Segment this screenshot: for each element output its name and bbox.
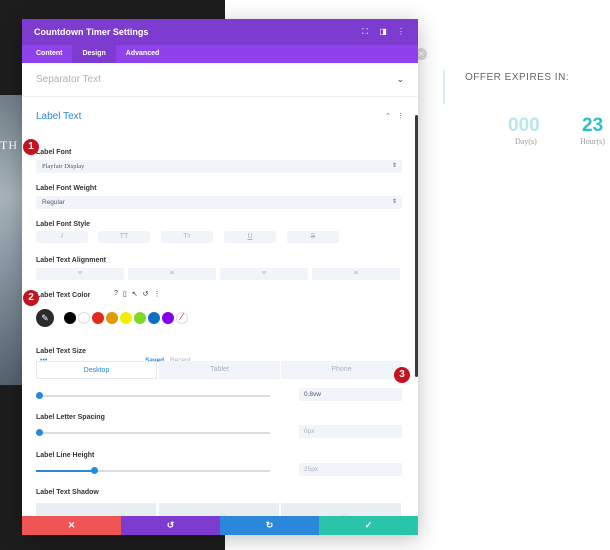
label-text-title: Label Text xyxy=(36,110,82,122)
text-size-slider[interactable] xyxy=(36,392,270,399)
label-text-alignment-label: Label Text Alignment xyxy=(36,257,107,264)
reset-icon[interactable]: ↺ xyxy=(143,290,149,298)
save-button[interactable]: ✓ xyxy=(319,516,418,535)
modal-header: Countdown Timer Settings ⛶ ◨ ⋮ xyxy=(22,19,418,45)
chevron-down-icon: ⌄ xyxy=(396,74,404,84)
device-icon[interactable]: ▯ xyxy=(123,290,127,298)
background-heading-fragment: TH xyxy=(0,138,18,152)
italic-button[interactable]: I xyxy=(36,231,88,243)
label-line-height-label: Label Line Height xyxy=(36,452,95,459)
underline-button[interactable]: U xyxy=(224,231,276,243)
slider-fill xyxy=(36,470,94,472)
expand-icon[interactable]: ⛶ xyxy=(360,27,370,37)
label-text-toggle[interactable]: Label Text ⌃ ⋮ xyxy=(22,99,418,133)
modal-footer: ✕ ↺ ↻ ✓ xyxy=(22,516,418,535)
help-icon[interactable]: ? xyxy=(114,290,118,298)
label-font-weight-value: Regular xyxy=(42,199,65,206)
shadow-preset-2[interactable]: aA xyxy=(281,503,401,516)
label-font-label: Label Font xyxy=(36,149,72,156)
scrollbar[interactable] xyxy=(415,115,418,377)
color-more-icon[interactable]: ⋮ xyxy=(154,290,161,298)
settings-modal: Countdown Timer Settings ⛶ ◨ ⋮ Content D… xyxy=(22,19,418,535)
label-letter-spacing-label: Label Letter Spacing xyxy=(36,414,105,421)
tab-content[interactable]: Content xyxy=(26,45,72,63)
no-color-swatch[interactable]: ⁄ xyxy=(176,312,188,324)
tab-design[interactable]: Design xyxy=(72,45,116,63)
text-size-input[interactable]: 0.8vw xyxy=(299,388,402,401)
separator-text-toggle[interactable]: Separator Text ⌄ xyxy=(22,63,418,97)
label-text-color-label: Label Text Color xyxy=(36,292,91,299)
redo-button[interactable]: ↻ xyxy=(220,516,319,535)
modal-body: Separator Text ⌄ Label Text ⌃ ⋮ Label Fo… xyxy=(22,63,418,516)
line-height-input[interactable]: 25px xyxy=(299,463,402,476)
align-left-button[interactable]: ≡ xyxy=(36,268,124,280)
screen: TH ✕ OFFER EXPIRES IN: 000 Day(s) 23 Hou… xyxy=(0,0,610,550)
modal-tabs: Content Design Advanced xyxy=(22,45,418,63)
countdown-days-value: 000 xyxy=(508,115,540,136)
shadow-none-option[interactable]: ⊘ xyxy=(36,503,156,516)
tab-advanced[interactable]: Advanced xyxy=(116,45,169,63)
annotation-badge-3: 3 xyxy=(394,367,410,383)
color-swatch-yellow[interactable] xyxy=(120,312,132,324)
color-swatch-blue[interactable] xyxy=(148,312,160,324)
select-arrows-icon: ⇕ xyxy=(391,199,397,205)
color-tools: ? ▯ ↖ ↺ ⋮ xyxy=(114,290,161,298)
annotation-badge-2: 2 xyxy=(23,290,39,306)
color-swatch-purple[interactable] xyxy=(162,312,174,324)
chevron-up-icon[interactable]: ⌃ xyxy=(385,112,391,120)
select-arrows-icon: ⇕ xyxy=(391,163,397,169)
countdown-hours-value: 23 xyxy=(582,115,604,136)
countdown-days-label: Day(s) xyxy=(515,137,537,146)
hover-icon[interactable]: ↖ xyxy=(132,290,138,298)
align-right-button[interactable]: ≡ xyxy=(220,268,308,280)
line-height-slider[interactable] xyxy=(36,467,270,474)
separator-text-title: Separator Text xyxy=(36,74,101,85)
slider-handle[interactable] xyxy=(91,467,98,474)
eyedropper-icon[interactable]: ✎ xyxy=(36,309,54,327)
offer-label: OFFER EXPIRES IN: xyxy=(465,72,570,83)
label-font-weight-select[interactable]: Regular ⇕ xyxy=(36,196,402,209)
more-icon[interactable]: ⋮ xyxy=(396,27,406,37)
label-text-size-label: Label Text Size xyxy=(36,348,87,355)
align-justify-button[interactable]: ≡ xyxy=(312,268,400,280)
strikethrough-button[interactable]: S xyxy=(287,231,339,243)
offer-divider xyxy=(443,70,445,104)
shadow-preset-1[interactable]: aA xyxy=(159,503,279,516)
align-center-button[interactable]: ≡ xyxy=(128,268,216,280)
uppercase-button[interactable]: TT xyxy=(98,231,150,243)
capitalize-button[interactable]: Tт xyxy=(161,231,213,243)
tab-phone[interactable]: Phone xyxy=(281,361,402,379)
slider-handle[interactable] xyxy=(36,429,43,436)
sidebar-icon[interactable]: ◨ xyxy=(378,27,388,37)
label-text-shadow-label: Label Text Shadow xyxy=(36,489,99,496)
color-swatch-black[interactable] xyxy=(64,312,76,324)
tab-desktop[interactable]: Desktop xyxy=(36,361,157,379)
letter-spacing-slider[interactable] xyxy=(36,429,270,436)
letter-spacing-input[interactable]: 0px xyxy=(299,425,402,438)
label-font-select[interactable]: Playfair Display ⇕ xyxy=(36,160,402,173)
slider-handle[interactable] xyxy=(36,392,43,399)
label-font-value: Playfair Display xyxy=(42,163,85,170)
color-swatch-green[interactable] xyxy=(134,312,146,324)
color-swatch-orange[interactable] xyxy=(106,312,118,324)
cancel-button[interactable]: ✕ xyxy=(22,516,121,535)
color-swatch-red[interactable] xyxy=(92,312,104,324)
label-font-style-label: Label Font Style xyxy=(36,221,91,228)
countdown-hours-label: Hour(s) xyxy=(580,137,605,146)
color-swatch-white[interactable] xyxy=(78,312,90,324)
annotation-badge-1: 1 xyxy=(23,139,39,155)
label-font-weight-label: Label Font Weight xyxy=(36,185,97,192)
tab-tablet[interactable]: Tablet xyxy=(159,361,280,379)
undo-button[interactable]: ↺ xyxy=(121,516,220,535)
modal-title: Countdown Timer Settings xyxy=(34,27,149,37)
section-more-icon[interactable]: ⋮ xyxy=(397,112,404,120)
